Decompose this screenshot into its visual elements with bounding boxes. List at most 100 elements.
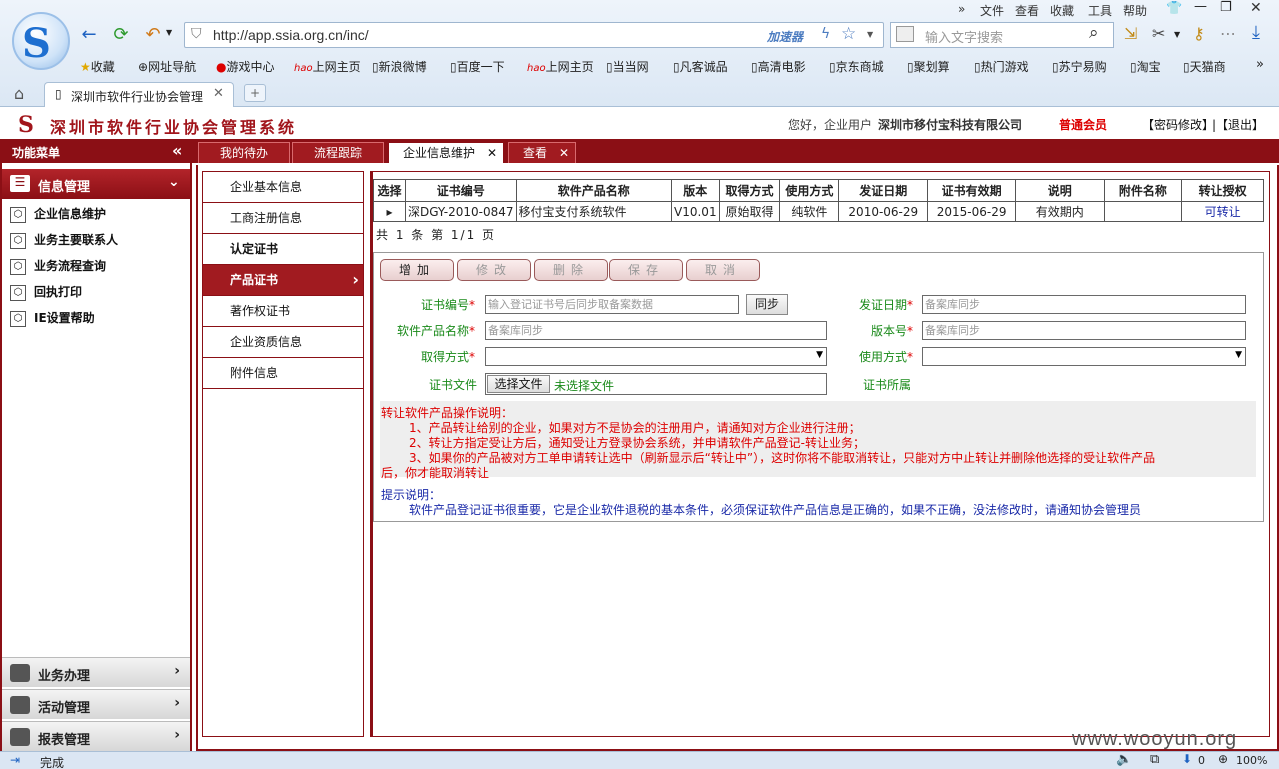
- row-select-icon[interactable]: ▸: [373, 201, 406, 222]
- subnav-product-certificate[interactable]: 产品证书 ›: [203, 265, 363, 296]
- restore-icon[interactable]: ❐: [1220, 0, 1232, 15]
- home-icon[interactable]: ⌂: [14, 84, 24, 103]
- scissors-icon[interactable]: ✂: [1152, 24, 1165, 43]
- address-bar[interactable]: ⛉ http://app.ssia.org.cn/inc/ 加速器 ϟ ☆ ▼: [184, 22, 884, 48]
- bookmark-taobao[interactable]: ▯淘宝: [1130, 58, 1161, 75]
- close-window-icon[interactable]: ✕: [1250, 0, 1262, 16]
- bookmark-home1[interactable]: hao上网主页: [294, 58, 361, 75]
- cert-no-input[interactable]: 输入登记证书号后同步取备案数据: [485, 295, 739, 314]
- sidebar-toggle-icon[interactable]: ⇥: [10, 753, 20, 767]
- volume-icon[interactable]: 🔈: [1116, 752, 1132, 767]
- browser-logo-icon[interactable]: S: [12, 12, 70, 70]
- close-icon[interactable]: ✕: [559, 143, 569, 163]
- use-select[interactable]: [922, 347, 1246, 366]
- download-status-icon[interactable]: ⬇: [1182, 752, 1192, 766]
- subnav-basic-info[interactable]: 企业基本信息: [203, 172, 363, 203]
- search-engine-icon[interactable]: [896, 26, 914, 42]
- menu-tools[interactable]: 工具: [1088, 2, 1112, 19]
- download-icon[interactable]: ⤓: [1252, 22, 1260, 43]
- bookmark-home2[interactable]: hao上网主页: [527, 58, 594, 75]
- edit-button[interactable]: 修改: [457, 259, 531, 281]
- close-icon[interactable]: ✕: [487, 143, 497, 163]
- subnav-attachments[interactable]: 附件信息: [203, 358, 363, 389]
- zoom-level[interactable]: 100%: [1236, 754, 1267, 767]
- issue-date-input[interactable]: 备案库同步: [922, 295, 1246, 314]
- lightning-icon[interactable]: ϟ: [821, 26, 830, 42]
- save-button[interactable]: 保存: [609, 259, 683, 281]
- tools-icon[interactable]: ⇲: [1124, 24, 1137, 43]
- version-input[interactable]: 备案库同步: [922, 321, 1246, 340]
- browser-tab-title[interactable]: 深圳市软件行业协会管理: [71, 88, 207, 105]
- transfer-link[interactable]: 可转让: [1181, 201, 1264, 222]
- bookmark-tmall[interactable]: ▯天猫商: [1183, 58, 1226, 75]
- bookmark-suning[interactable]: ▯苏宁易购: [1052, 58, 1107, 75]
- sidebar-group-activity[interactable]: 活动管理 ›: [2, 689, 190, 719]
- sidebar-item-contacts[interactable]: ⬡ 业务主要联系人: [10, 231, 118, 249]
- sync-button[interactable]: 同步: [746, 294, 788, 315]
- bookmark-games[interactable]: ●游戏中心: [216, 58, 275, 75]
- menu-help[interactable]: 帮助: [1123, 2, 1147, 19]
- menu-file[interactable]: 文件: [980, 2, 1004, 19]
- skin-icon[interactable]: 👕: [1166, 1, 1182, 16]
- screenshot-icon[interactable]: ⧉: [1150, 752, 1159, 767]
- sidebar-group-reports[interactable]: 报表管理 ›: [2, 721, 190, 751]
- bookmark-hotgames[interactable]: ▯热门游戏: [974, 58, 1029, 75]
- change-password-link[interactable]: 【密码修改】: [1142, 116, 1214, 133]
- sidebar-item-receipt-print[interactable]: ⬡ 回执打印: [10, 283, 82, 301]
- refresh-icon[interactable]: ⟳: [110, 24, 132, 46]
- bookmark-juhuasuan[interactable]: ▯聚划算: [907, 58, 950, 75]
- bookmark-baidu[interactable]: ▯百度一下: [450, 58, 505, 75]
- sidebar-item-process-query[interactable]: ⬡ 业务流程查询: [10, 257, 106, 275]
- bookmark-movies[interactable]: ▯高清电影: [751, 58, 806, 75]
- collapse-sidebar-icon[interactable]: «: [172, 141, 182, 160]
- choose-file-button[interactable]: 选择文件: [487, 375, 550, 393]
- zoom-icon[interactable]: ⊕: [1218, 752, 1228, 766]
- bookmark-jd[interactable]: ▯京东商城: [829, 58, 884, 75]
- bookmark-vancl[interactable]: ▯凡客诚品: [673, 58, 728, 75]
- menu-view[interactable]: 查看: [1015, 2, 1039, 19]
- key-icon[interactable]: ⚷: [1193, 24, 1205, 43]
- bookmark-favorites[interactable]: ★收藏: [80, 58, 115, 75]
- accelerator-label[interactable]: 加速器: [767, 28, 803, 45]
- bookmark-weibo[interactable]: ▯新浪微博: [372, 58, 427, 75]
- bookmark-overflow-icon[interactable]: »: [1256, 57, 1264, 72]
- search-icon[interactable]: ⌕: [1089, 23, 1099, 43]
- delete-button[interactable]: 删除: [534, 259, 608, 281]
- subnav-business-registration[interactable]: 工商注册信息: [203, 203, 363, 234]
- cancel-button[interactable]: 取消: [686, 259, 760, 281]
- address-text[interactable]: http://app.ssia.org.cn/inc/: [213, 27, 369, 43]
- minimize-icon[interactable]: —: [1194, 0, 1207, 14]
- url-dropdown-icon[interactable]: ▼: [867, 30, 873, 39]
- logout-link[interactable]: |【退出】: [1212, 116, 1264, 133]
- new-tab-icon[interactable]: +: [244, 84, 266, 102]
- sidebar-item-company-info[interactable]: ⬡ 企业信息维护: [10, 205, 106, 223]
- search-placeholder[interactable]: 输入文字搜索: [925, 27, 1003, 46]
- tab-company-info[interactable]: 企业信息维护 ✕: [388, 142, 504, 163]
- undo-dropdown-icon[interactable]: ▼: [166, 28, 172, 37]
- more-icon[interactable]: ⋯: [1220, 24, 1236, 43]
- file-input[interactable]: 选择文件 未选择文件: [485, 373, 827, 395]
- sidebar-group-info-management[interactable]: ☰ 信息管理 ⌄: [2, 169, 190, 199]
- star-icon[interactable]: ☆: [841, 24, 856, 44]
- back-icon[interactable]: ←: [78, 24, 100, 46]
- tab-process-tracking[interactable]: 流程跟踪: [292, 142, 384, 163]
- browser-tab[interactable]: ▯ 深圳市软件行业协会管理 ✕: [44, 82, 234, 107]
- product-name-input[interactable]: 备案库同步: [485, 321, 827, 340]
- search-box[interactable]: 输入文字搜索 ⌕: [890, 22, 1114, 48]
- subnav-qualification[interactable]: 企业资质信息: [203, 327, 363, 358]
- undo-icon[interactable]: ↶: [142, 24, 164, 46]
- sidebar-item-ie-help[interactable]: ⬡ IE设置帮助: [10, 309, 95, 327]
- subnav-certification[interactable]: 认定证书: [203, 234, 363, 265]
- menu-favorites[interactable]: 收藏: [1050, 2, 1074, 19]
- add-button[interactable]: 增加: [380, 259, 454, 281]
- sidebar-group-business[interactable]: 业务办理 ›: [2, 657, 190, 687]
- tab-view[interactable]: 查看 ✕: [508, 142, 576, 163]
- bookmark-nav[interactable]: ⊕网址导航: [138, 58, 196, 75]
- subnav-copyright-certificate[interactable]: 著作权证书: [203, 296, 363, 327]
- tab-my-todo[interactable]: 我的待办: [198, 142, 290, 163]
- table-row[interactable]: ▸ 深DGY-2010-0847 移付宝支付系统软件 V10.01 原始取得 纯…: [373, 201, 1264, 222]
- acquire-select[interactable]: [485, 347, 827, 366]
- bookmark-dangdang[interactable]: ▯当当网: [606, 58, 649, 75]
- scissors-dropdown-icon[interactable]: ▼: [1174, 30, 1180, 39]
- close-tab-icon[interactable]: ✕: [213, 86, 224, 101]
